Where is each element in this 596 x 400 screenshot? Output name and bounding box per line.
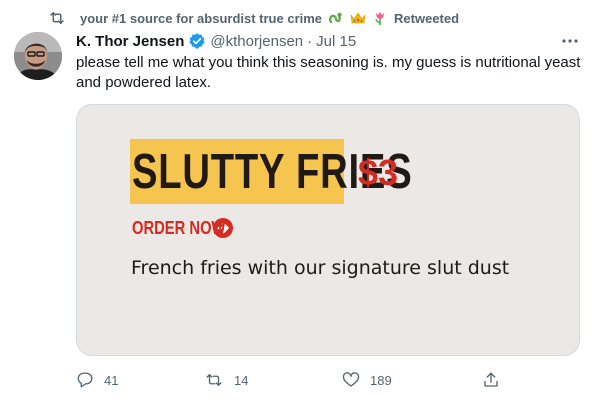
- verified-badge-icon: [188, 32, 206, 50]
- more-options-icon[interactable]: [560, 32, 580, 50]
- retweeter-name[interactable]: your #1 source for absurdist true crime: [80, 11, 322, 26]
- order-now-label: ORDER NOW: [132, 217, 226, 238]
- tweet-header: K. Thor Jensen @kthorjensen · Jul 15: [76, 31, 356, 51]
- share-icon: [482, 371, 500, 389]
- snake-emoji: [328, 10, 344, 26]
- retweeted-label: Retweeted: [394, 10, 460, 26]
- like-button[interactable]: 189: [342, 370, 392, 390]
- retweet-icon: [204, 371, 224, 389]
- separator-dot: ·: [307, 32, 313, 50]
- tweet-actions: 41 14 189: [76, 370, 506, 390]
- handle[interactable]: @kthorjensen: [210, 33, 303, 50]
- order-now-cta: ORDER NOW: [132, 216, 234, 240]
- reply-button[interactable]: 41: [76, 370, 118, 390]
- avatar[interactable]: [14, 32, 62, 80]
- tweet-media-image[interactable]: SLUTTY FRIES $3 ORDER NOW French fries w…: [76, 104, 580, 356]
- tulip-emoji: [372, 10, 388, 26]
- reply-icon: [76, 371, 94, 389]
- retweet-count: 14: [234, 372, 249, 388]
- display-name[interactable]: K. Thor Jensen: [76, 33, 184, 50]
- retweet-button[interactable]: 14: [204, 370, 248, 390]
- reply-count: 41: [104, 372, 119, 388]
- tweet-text: please tell me what you think this seaso…: [76, 54, 581, 91]
- retweet-icon: [48, 9, 66, 27]
- like-count: 189: [370, 372, 392, 388]
- media-description: French fries with our signature slut dus…: [131, 257, 510, 279]
- tweet-date[interactable]: Jul 15: [316, 33, 356, 50]
- retweet-context[interactable]: your #1 source for absurdist true crime …: [48, 8, 459, 28]
- crown-emoji: [350, 10, 366, 26]
- share-button[interactable]: [482, 370, 500, 390]
- media-price: $3: [358, 152, 399, 193]
- heart-icon: [342, 371, 360, 389]
